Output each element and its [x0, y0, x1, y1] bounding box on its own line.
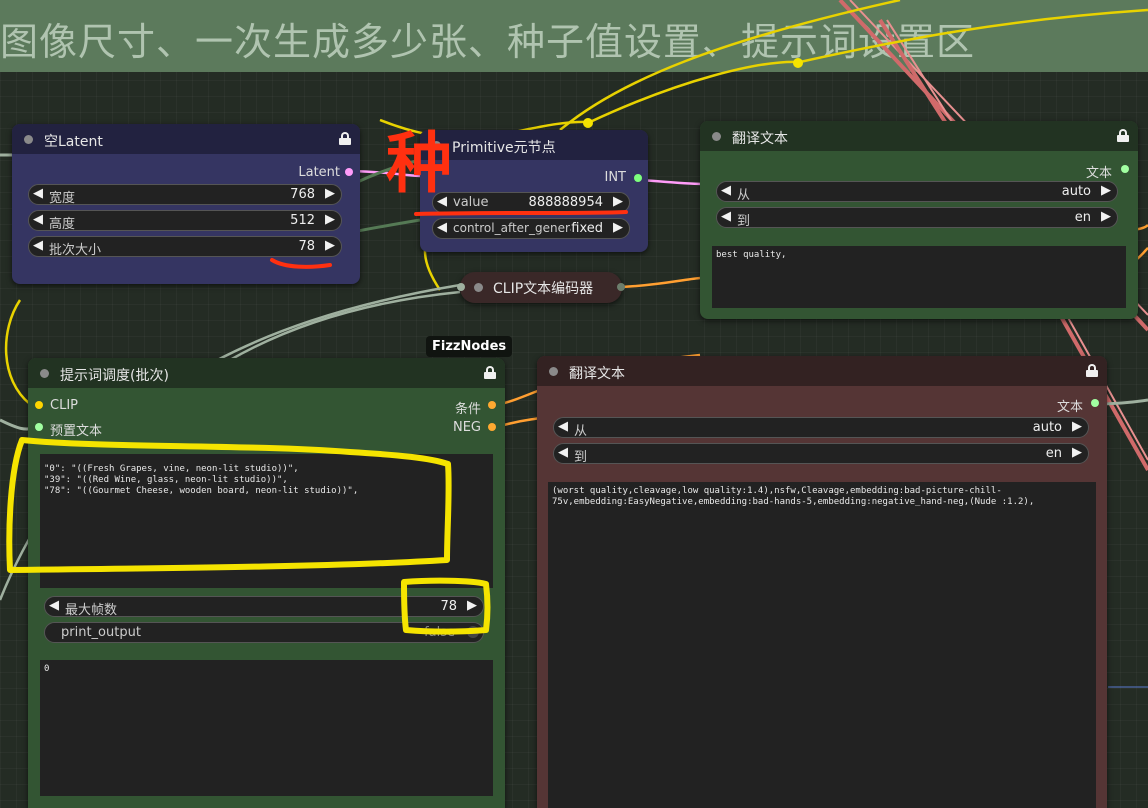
width-widget[interactable]: ◀ 宽度 768 ▶	[28, 184, 342, 206]
decrement-arrow-icon[interactable]: ◀	[49, 598, 59, 613]
lock-icon[interactable]	[484, 366, 496, 379]
height-widget[interactable]: ◀ 高度 512 ▶	[28, 210, 342, 232]
primitive-node[interactable]: Primitive元节点 INT ◀ value 888888954 ▶ ◀ c…	[420, 130, 648, 252]
decrement-arrow-icon[interactable]: ◀	[558, 419, 568, 434]
from-language-widget[interactable]: ◀ 从 auto ▶	[716, 181, 1118, 203]
output-int-port[interactable]	[634, 174, 642, 182]
translate-text-node-positive[interactable]: 翻译文本 文本 ◀ 从 auto ▶ ◀ 到 en ▶ best quality…	[700, 121, 1138, 319]
output-conditioning-label: 条件	[454, 402, 481, 417]
output-latent-label: Latent	[298, 165, 340, 180]
output-neg-port[interactable]	[488, 423, 496, 431]
input-clip-label: CLIP	[50, 398, 78, 413]
print-output-toggle[interactable]: print_output false	[44, 622, 484, 643]
decrement-arrow-icon[interactable]: ◀	[721, 209, 731, 224]
output-text-label: 文本	[1056, 400, 1083, 415]
seed-value-widget[interactable]: ◀ value 888888954 ▶	[432, 192, 630, 213]
decrement-arrow-icon[interactable]: ◀	[558, 445, 568, 460]
increment-arrow-icon[interactable]: ▶	[613, 220, 623, 235]
lock-icon[interactable]	[1086, 364, 1098, 377]
increment-arrow-icon[interactable]: ▶	[325, 186, 335, 201]
increment-arrow-icon[interactable]: ▶	[1072, 445, 1082, 460]
decrement-arrow-icon[interactable]: ◀	[437, 220, 447, 235]
toggle-knob[interactable]	[467, 626, 479, 638]
lock-icon[interactable]	[1117, 129, 1129, 142]
wire-clip-4	[4, 299, 31, 405]
prompt-schedule-node[interactable]: 提示词调度(批次) CLIP 预置文本 条件 NEG "0": "((Fresh…	[28, 358, 505, 808]
output-int-label: INT	[604, 170, 627, 185]
node-header[interactable]: 提示词调度(批次)	[28, 358, 505, 388]
decrement-arrow-icon[interactable]: ◀	[437, 194, 447, 209]
decrement-arrow-icon[interactable]: ◀	[33, 212, 43, 227]
to-language-widget[interactable]: ◀ 到 en ▶	[716, 207, 1118, 229]
increment-arrow-icon[interactable]: ▶	[1101, 183, 1111, 198]
wire-clip-1	[379, 8, 1148, 140]
input-clip-port[interactable]	[35, 401, 43, 409]
increment-arrow-icon[interactable]: ▶	[467, 598, 477, 613]
increment-arrow-icon[interactable]: ▶	[613, 194, 623, 209]
negative-text-area[interactable]: (worst quality,cleavage,low quality:1.4)…	[548, 482, 1096, 808]
max-frames-widget[interactable]: ◀ 最大帧数 78 ▶	[44, 596, 484, 618]
from-language-widget[interactable]: ◀ 从 auto ▶	[553, 417, 1089, 439]
node-title: 翻译文本	[732, 131, 788, 147]
schedule-text-area[interactable]: "0": "((Fresh Grapes, vine, neon-lit stu…	[40, 454, 493, 588]
collapse-dot-icon[interactable]	[24, 135, 33, 144]
node-header[interactable]: Primitive元节点	[420, 130, 648, 160]
node-title: Primitive元节点	[452, 140, 556, 156]
node-title: 翻译文本	[569, 366, 625, 382]
output-conditioning-port[interactable]	[488, 401, 496, 409]
increment-arrow-icon[interactable]: ▶	[1072, 419, 1082, 434]
translate-text-node-negative[interactable]: 翻译文本 文本 ◀ 从 auto ▶ ◀ 到 en ▶ (worst quali…	[537, 356, 1107, 808]
node-header[interactable]: 翻译文本	[700, 121, 1138, 151]
node-title: 空Latent	[44, 134, 103, 150]
output-text-port[interactable]	[1121, 165, 1129, 173]
print-output-area[interactable]: 0	[40, 660, 493, 796]
input-pretext-port[interactable]	[35, 423, 43, 431]
increment-arrow-icon[interactable]: ▶	[325, 212, 335, 227]
empty-latent-node[interactable]: 空Latent Latent ◀ 宽度 768 ▶ ◀ 高度 512 ▶ ◀ 批…	[12, 124, 360, 284]
collapse-dot-icon[interactable]	[474, 283, 483, 292]
lock-icon[interactable]	[339, 132, 351, 145]
output-conditioning-port[interactable]	[617, 283, 625, 291]
output-neg-label: NEG	[452, 420, 481, 435]
text-input-area[interactable]: best quality,	[712, 246, 1126, 308]
collapse-dot-icon[interactable]	[432, 141, 441, 150]
control-after-generate-widget[interactable]: ◀ control_after_generate fixed ▶	[432, 218, 630, 239]
increment-arrow-icon[interactable]: ▶	[325, 238, 335, 253]
decrement-arrow-icon[interactable]: ◀	[33, 238, 43, 253]
input-clip-port[interactable]	[457, 283, 465, 291]
node-header[interactable]: 空Latent	[12, 124, 360, 154]
node-title: 提示词调度(批次)	[60, 368, 169, 384]
to-language-widget[interactable]: ◀ 到 en ▶	[553, 443, 1089, 465]
collapse-dot-icon[interactable]	[549, 367, 558, 376]
input-pretext-label: 预置文本	[50, 424, 103, 439]
fizznodes-badge: FizzNodes	[426, 336, 513, 357]
node-title: CLIP文本编码器	[493, 281, 594, 297]
increment-arrow-icon[interactable]: ▶	[1101, 209, 1111, 224]
output-text-label: 文本	[1085, 166, 1112, 181]
output-latent-port[interactable]	[345, 168, 353, 176]
clip-text-encoder-node[interactable]: CLIP文本编码器	[457, 272, 625, 303]
batch-size-widget[interactable]: ◀ 批次大小 78 ▶	[28, 236, 342, 258]
wire-clip-2	[559, 0, 901, 131]
collapse-dot-icon[interactable]	[40, 369, 49, 378]
collapse-dot-icon[interactable]	[712, 132, 721, 141]
output-text-port[interactable]	[1091, 399, 1099, 407]
node-header[interactable]: 翻译文本	[537, 356, 1107, 386]
decrement-arrow-icon[interactable]: ◀	[721, 183, 731, 198]
decrement-arrow-icon[interactable]: ◀	[33, 186, 43, 201]
